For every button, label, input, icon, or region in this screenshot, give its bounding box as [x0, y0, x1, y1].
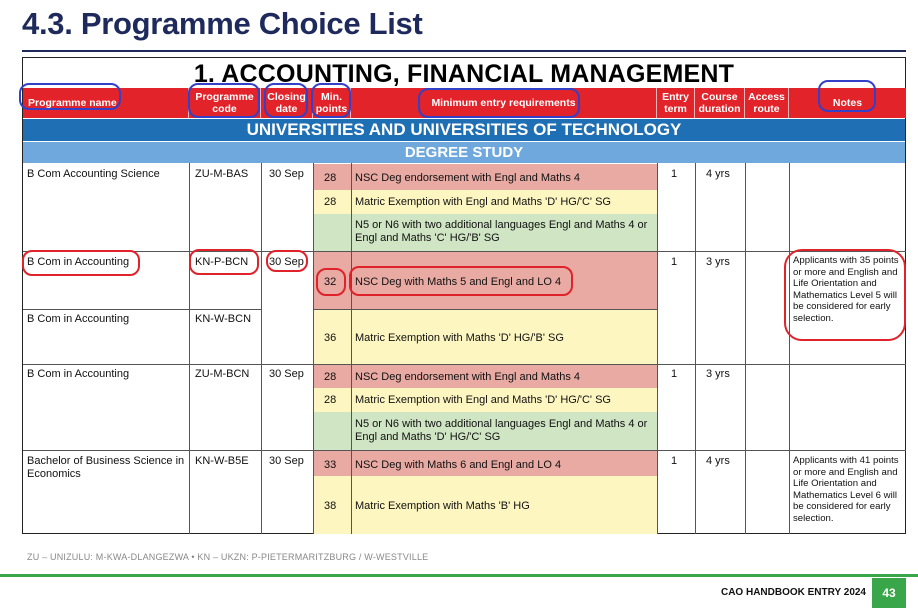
header-notes: Notes — [789, 88, 906, 118]
row-min-points: 33 — [324, 459, 337, 471]
row-min-points: 28 — [324, 172, 337, 184]
row-requirement: Matric Exemption with Maths 'D' HG/'B' S… — [355, 332, 564, 344]
grid-line — [789, 163, 790, 534]
grid-line — [657, 163, 658, 534]
header-course-duration: Course duration — [695, 88, 745, 118]
grid-line — [23, 251, 906, 252]
row-min-points: 32 — [324, 276, 337, 288]
grid-line — [23, 450, 906, 451]
row-programme-name: Bachelor of Business Science in Economic… — [27, 455, 185, 480]
grid-line — [351, 163, 352, 534]
row-programme-code: KN-W-BCN — [195, 313, 252, 325]
row-entry-term: 1 — [671, 168, 678, 180]
header-access-route: Access route — [745, 88, 789, 118]
row-requirement: NSC Deg endorsement with Engl and Maths … — [355, 371, 581, 383]
row-notes: Applicants with 41 points or more and En… — [793, 455, 899, 524]
row-programme-code: KN-P-BCN — [195, 256, 249, 268]
row-requirement: Matric Exemption with Maths 'B' HG — [355, 500, 530, 512]
row-notes: Applicants with 35 points or more and En… — [793, 255, 899, 324]
row-min-points: 38 — [324, 500, 337, 512]
header-closing-date: Closing date — [261, 88, 313, 118]
row-course-duration: 4 yrs — [706, 455, 730, 467]
grid-line — [189, 163, 190, 534]
row-programme-code: ZU-M-BCN — [195, 368, 250, 380]
grid-line — [261, 163, 262, 534]
grid-line — [745, 163, 746, 534]
row-min-points: 28 — [324, 371, 337, 383]
header-requirements: Minimum entry requirements — [351, 88, 657, 118]
page-title: 4.3. Programme Choice List — [22, 6, 423, 41]
row-course-duration: 4 yrs — [706, 168, 730, 180]
row-closing-date: 30 Sep — [269, 368, 304, 380]
grid-line — [695, 163, 696, 534]
band-universities: UNIVERSITIES AND UNIVERSITIES OF TECHNOL… — [23, 119, 905, 141]
footnote: ZU – UNIZULU: M-KWA-DLANGEZWA • KN – UKZ… — [27, 552, 429, 562]
row-min-points: 28 — [324, 394, 337, 406]
page-number: 43 — [872, 578, 906, 608]
row-programme-name: B Com Accounting Science — [27, 168, 160, 180]
band-degree-study: DEGREE STUDY — [23, 142, 905, 163]
row-closing-date: 30 Sep — [269, 168, 304, 180]
row-requirement: NSC Deg endorsement with Engl and Maths … — [355, 172, 581, 184]
row-closing-date: 30 Sep — [269, 256, 304, 268]
row-programme-code: KN-W-B5E — [195, 455, 249, 467]
header-programme-name: Programme name — [23, 88, 189, 118]
row-requirement: N5 or N6 with two additional languages E… — [355, 219, 648, 244]
row-programme-name: B Com in Accounting — [27, 313, 130, 325]
title-rule — [22, 50, 906, 52]
grid-line — [189, 309, 261, 310]
row-requirement: NSC Deg with Maths 5 and Engl and LO 4 — [355, 276, 562, 288]
header-programme-code: Programme code — [189, 88, 261, 118]
header-min-points: Min. points — [313, 88, 351, 118]
footer-label: CAO HANDBOOK ENTRY 2024 — [720, 587, 866, 598]
programme-table: 1. ACCOUNTING, FINANCIAL MANAGEMENT Prog… — [22, 57, 906, 534]
section-title: 1. ACCOUNTING, FINANCIAL MANAGEMENT — [193, 60, 735, 88]
grid-line — [313, 309, 657, 310]
row-entry-term: 1 — [671, 256, 678, 268]
row-programme-name: B Com in Accounting — [27, 256, 130, 268]
row-requirement: NSC Deg with Maths 6 and Engl and LO 4 — [355, 459, 562, 471]
row-min-points: 28 — [324, 196, 337, 208]
grid-line — [23, 309, 189, 310]
row-requirement: Matric Exemption with Engl and Maths 'D'… — [355, 196, 611, 208]
header-entry-term: Entry term — [657, 88, 695, 118]
row-min-points: 36 — [324, 332, 337, 344]
row-programme-name: B Com in Accounting — [27, 368, 130, 380]
row-course-duration: 3 yrs — [706, 368, 730, 380]
row-requirement: N5 or N6 with two additional languages E… — [355, 418, 648, 443]
row-entry-term: 1 — [671, 455, 678, 467]
row-entry-term: 1 — [671, 368, 678, 380]
row-requirement: Matric Exemption with Engl and Maths 'D'… — [355, 394, 611, 406]
grid-line — [23, 364, 906, 365]
row-closing-date: 30 Sep — [269, 455, 304, 467]
footer-line — [0, 574, 918, 577]
row-course-duration: 3 yrs — [706, 256, 730, 268]
row-programme-code: ZU-M-BAS — [195, 168, 249, 180]
grid-line — [313, 163, 314, 534]
